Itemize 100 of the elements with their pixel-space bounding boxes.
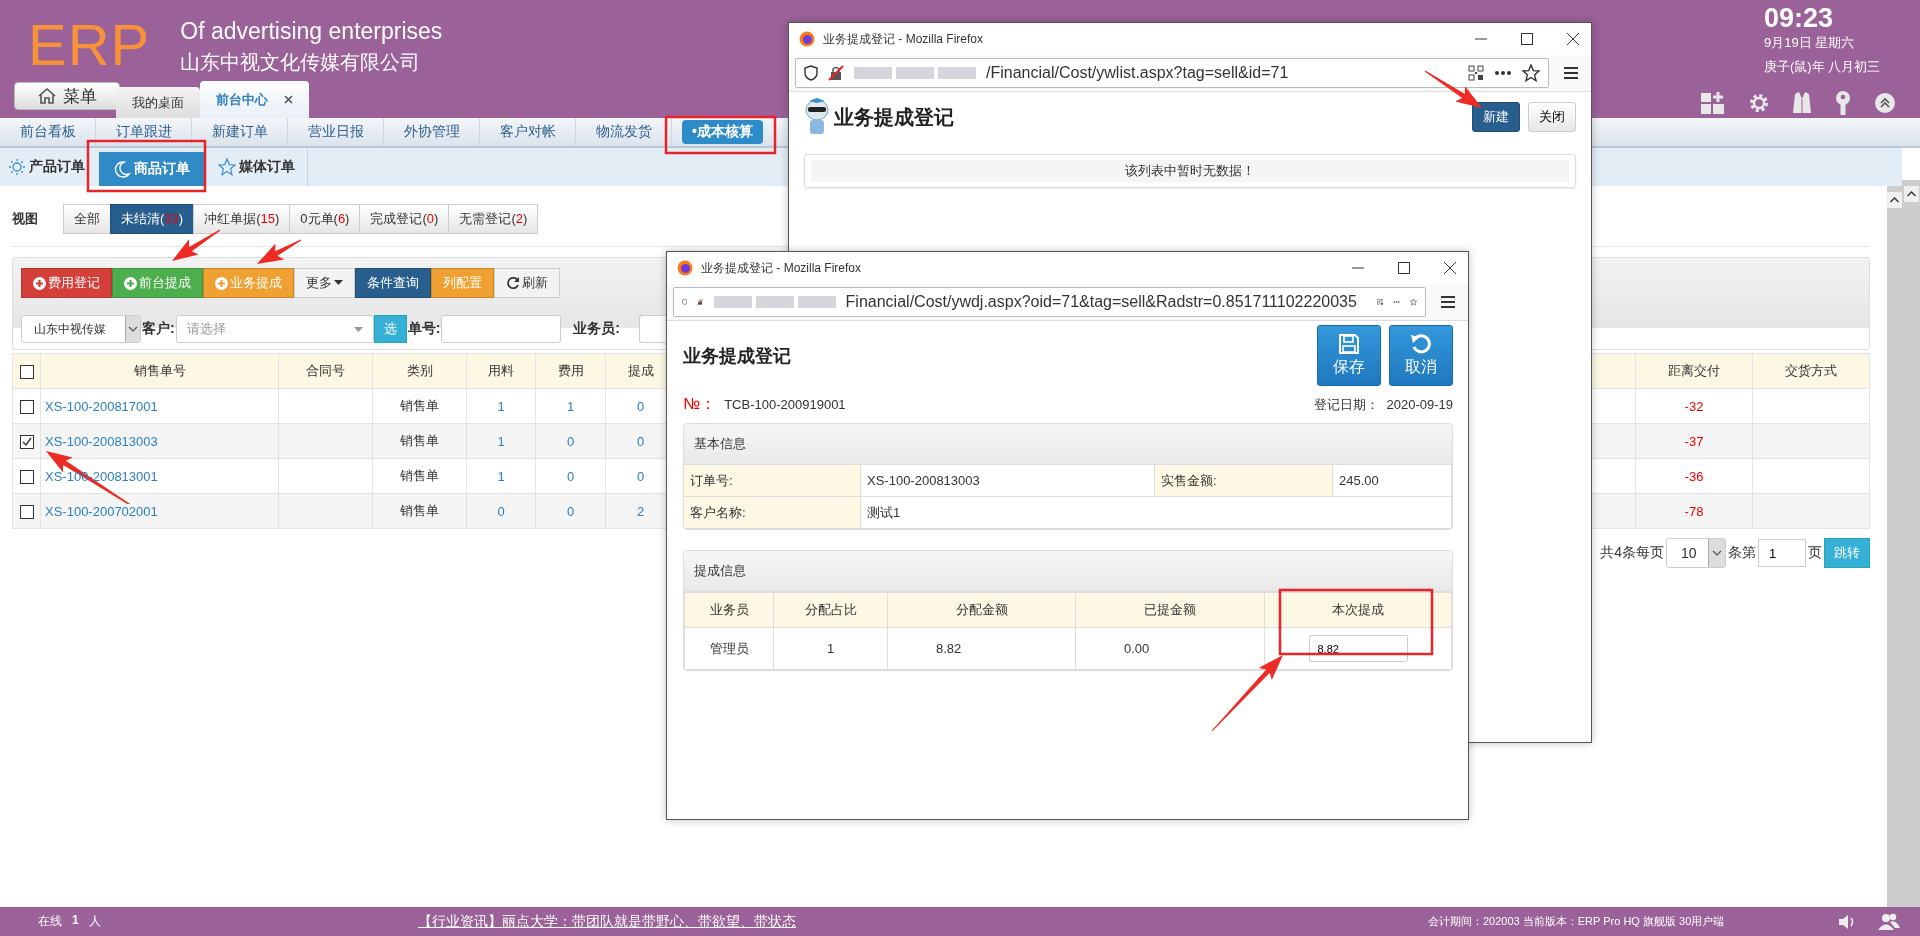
page-tab[interactable]: 我的桌面	[116, 87, 200, 118]
pager-text: 页	[1808, 544, 1822, 562]
toolbar-button[interactable]: 费用登记	[21, 268, 112, 298]
customer-select[interactable]: 请选择	[175, 315, 374, 343]
star-icon	[218, 158, 236, 176]
table-cell: -36	[1684, 468, 1704, 484]
address-bar[interactable]: /Financial/Cost/ywlist.aspx?tag=sell&id=71	[795, 58, 1549, 88]
online-label: 在线	[38, 913, 62, 930]
maximize-icon[interactable]	[1398, 262, 1410, 274]
field-label: 订单号:	[690, 471, 733, 490]
material-link[interactable]: 1	[497, 398, 505, 414]
lunar-date: 庚子(鼠)年 八月初三	[1764, 58, 1881, 76]
settings-icon[interactable]	[1748, 92, 1770, 114]
menu-icon[interactable]	[1440, 295, 1456, 309]
column-header: 距离交付	[1668, 363, 1720, 378]
pick-button[interactable]: 选	[373, 315, 407, 343]
toolbar-button[interactable]: 条件查询	[355, 268, 431, 298]
mascot-icon	[804, 98, 830, 136]
commission-link[interactable]: 0	[636, 398, 645, 414]
registration-date: 2020-09-19	[1386, 397, 1453, 412]
fee-link[interactable]: 0	[566, 468, 575, 484]
add-widget-icon[interactable]	[1700, 91, 1726, 115]
order-tab[interactable]: 媒体订单	[210, 148, 303, 186]
view-filter-button[interactable]: 全部	[63, 204, 111, 234]
news-link[interactable]: 【行业资讯】丽点大学：带团队就是带野心、带欲望、带状态	[418, 912, 1428, 931]
menu-icon[interactable]	[1563, 66, 1579, 80]
page-field[interactable]: 1	[1758, 539, 1806, 567]
pager-text: 条第	[1728, 544, 1756, 562]
page-size-select[interactable]: 10	[1666, 538, 1726, 568]
order-tab[interactable]: 产品订单	[0, 148, 93, 186]
scroll-up-icon[interactable]	[1887, 192, 1902, 208]
nav-link[interactable]: 外协管理	[384, 118, 480, 146]
chevron-icon	[128, 326, 138, 332]
maximize-icon[interactable]	[1521, 33, 1533, 45]
nav-link[interactable]: 前台看板	[0, 118, 96, 146]
new-button[interactable]: 新建	[1472, 102, 1520, 132]
order-tab[interactable]: 商品订单	[99, 152, 204, 186]
toolbar-button[interactable]: 更多	[294, 268, 355, 298]
nav-link[interactable]: 新建订单	[192, 118, 288, 146]
view-filter-button[interactable]: 0元单(6)	[289, 204, 361, 234]
nav-link[interactable]: •成本核算	[682, 120, 763, 144]
scrollbar[interactable]	[1902, 180, 1920, 907]
commission-link[interactable]: 0	[636, 468, 645, 484]
refresh-icon	[506, 276, 520, 290]
save-button[interactable]: 保存	[1317, 325, 1381, 386]
close-icon[interactable]	[1444, 262, 1456, 274]
field-label: 客户名称:	[690, 503, 746, 522]
clock-date: 9月19日 星期六	[1764, 34, 1855, 52]
chevron-icon	[1712, 550, 1722, 556]
order-number-field[interactable]	[441, 315, 562, 343]
field-value: 测试1	[867, 503, 901, 522]
view-filter-button[interactable]: 无需登记(2)	[448, 204, 539, 234]
fee-link[interactable]: 0	[566, 433, 575, 449]
row-checkbox[interactable]	[19, 504, 34, 519]
row-checkbox[interactable]	[19, 434, 34, 449]
nav-link[interactable]: 物流发货	[576, 118, 672, 146]
go-button[interactable]: 跳转	[1824, 538, 1870, 568]
nav-link[interactable]: 客户对帐	[480, 118, 576, 146]
shirt-icon[interactable]	[1792, 91, 1812, 115]
column-header: 合同号	[306, 363, 345, 378]
logo: ERP	[28, 14, 151, 76]
toolbar-button[interactable]: 刷新	[494, 268, 560, 298]
menu-button[interactable]: 菜单	[14, 82, 120, 110]
users-icon[interactable]	[1878, 912, 1900, 931]
table-cell: 销售单	[400, 398, 439, 413]
view-filter-button[interactable]: 完成登记(0)	[359, 204, 450, 234]
scrollbar[interactable]	[1887, 186, 1902, 907]
column-header: 类别	[406, 363, 433, 378]
order-number-link[interactable]: XS-100-200702001	[45, 503, 158, 519]
nav-link[interactable]: 订单跟进	[96, 118, 192, 146]
material-link[interactable]: 1	[497, 468, 505, 484]
close-icon[interactable]	[284, 95, 293, 104]
close-icon[interactable]	[1567, 33, 1579, 45]
scroll-up-icon[interactable]	[1903, 186, 1919, 202]
row-checkbox[interactable]	[19, 399, 34, 414]
collapse-icon[interactable]	[1874, 92, 1896, 114]
row-checkbox[interactable]	[19, 469, 34, 484]
commission-link[interactable]: 0	[636, 433, 645, 449]
nav-link[interactable]: 营业日报	[288, 118, 384, 146]
cancel-button[interactable]: 取消	[1389, 325, 1453, 386]
fee-link[interactable]: 0	[566, 503, 575, 519]
toolbar-button[interactable]: 前台提成	[112, 268, 203, 298]
select-all-checkbox[interactable]	[19, 364, 34, 379]
key-icon[interactable]	[1834, 90, 1852, 116]
material-link[interactable]: 0	[497, 503, 505, 519]
panel-title: 基本信息	[694, 435, 746, 453]
table-cell: 管理员	[709, 640, 749, 656]
company-select[interactable]: 山东中视传媒	[21, 315, 141, 343]
page-tab[interactable]: 前台中心	[200, 81, 309, 118]
fee-link[interactable]: 1	[566, 398, 575, 414]
table-cell: -37	[1684, 433, 1704, 449]
commission-field[interactable]: 8.82	[1308, 635, 1408, 662]
view-filter-button[interactable]: 未结清(33)	[110, 204, 195, 234]
commission-link[interactable]: 2	[636, 503, 645, 519]
date-label: 登记日期：	[1313, 396, 1379, 414]
table-cell: 0.00	[1124, 641, 1150, 656]
close-button[interactable]: 关闭	[1528, 102, 1576, 132]
address-bar[interactable]: Financial/Cost/ywdj.aspx?oid=71&tag=sell&Radstr=0.851711102220035	[673, 287, 1426, 317]
view-filter-button[interactable]: 冲红单据(15)	[193, 204, 291, 234]
material-link[interactable]: 1	[497, 433, 505, 449]
